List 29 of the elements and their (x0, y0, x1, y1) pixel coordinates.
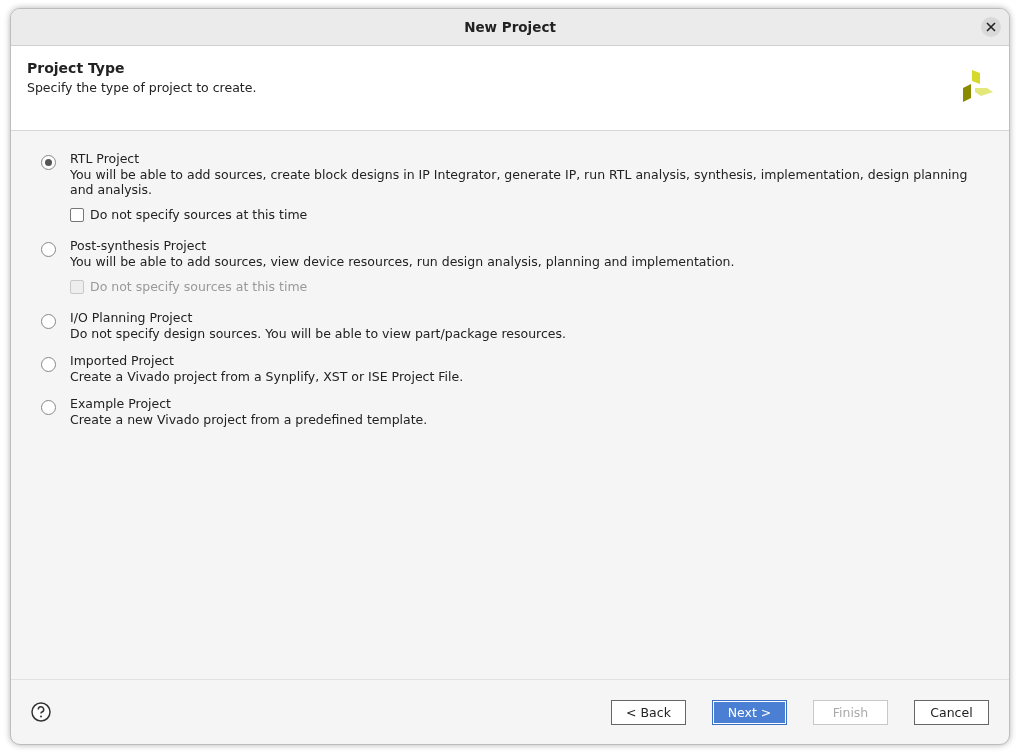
page-subtitle: Specify the type of project to create. (27, 80, 257, 95)
checkbox[interactable] (70, 207, 84, 222)
dialog-button[interactable]: Cancel (914, 699, 989, 725)
logo-icon (961, 70, 995, 104)
option-description: Create a Vivado project from a Synplify, XST or ISE Project File. (70, 369, 464, 384)
option-label: Example Project (70, 396, 172, 411)
checkbox-label: Do not specify sources at this time (90, 279, 308, 294)
page-title: Project Type (27, 60, 126, 76)
option-label: I/O Planning Project (70, 310, 194, 325)
checkbox-label: Do not specify sources at this time (90, 207, 308, 222)
help-button[interactable] (31, 702, 51, 722)
option-label: RTL Project (70, 151, 141, 166)
help-icon (31, 702, 51, 722)
close-button[interactable] (981, 17, 1001, 37)
option-description: You will be able to add sources, view device resources, run design analysis, planning and implementation. (70, 254, 735, 269)
option-description: Do not specify design sources. You will be able to view part/package resources. (70, 326, 567, 341)
option-description: You will be able to add sources, create block designs in IP Integrator, generate IP, run RTL analysis, synthesis, implementation, design planning and analysis. (70, 167, 969, 197)
option-description: Create a new Vivado project from a predefined template. (70, 412, 428, 427)
window-title: New Project (464, 19, 556, 35)
close-icon (986, 22, 996, 32)
radio-button[interactable] (41, 314, 56, 329)
dialog-button[interactable]: Next > (712, 699, 787, 725)
radio-button[interactable] (41, 357, 56, 372)
dialog-button[interactable]: < Back (611, 699, 686, 725)
radio-button[interactable] (41, 155, 56, 170)
radio-button[interactable] (41, 400, 56, 415)
option-label: Imported Project (70, 353, 175, 368)
option-label: Post-synthesis Project (70, 238, 208, 253)
radio-button[interactable] (41, 242, 56, 257)
